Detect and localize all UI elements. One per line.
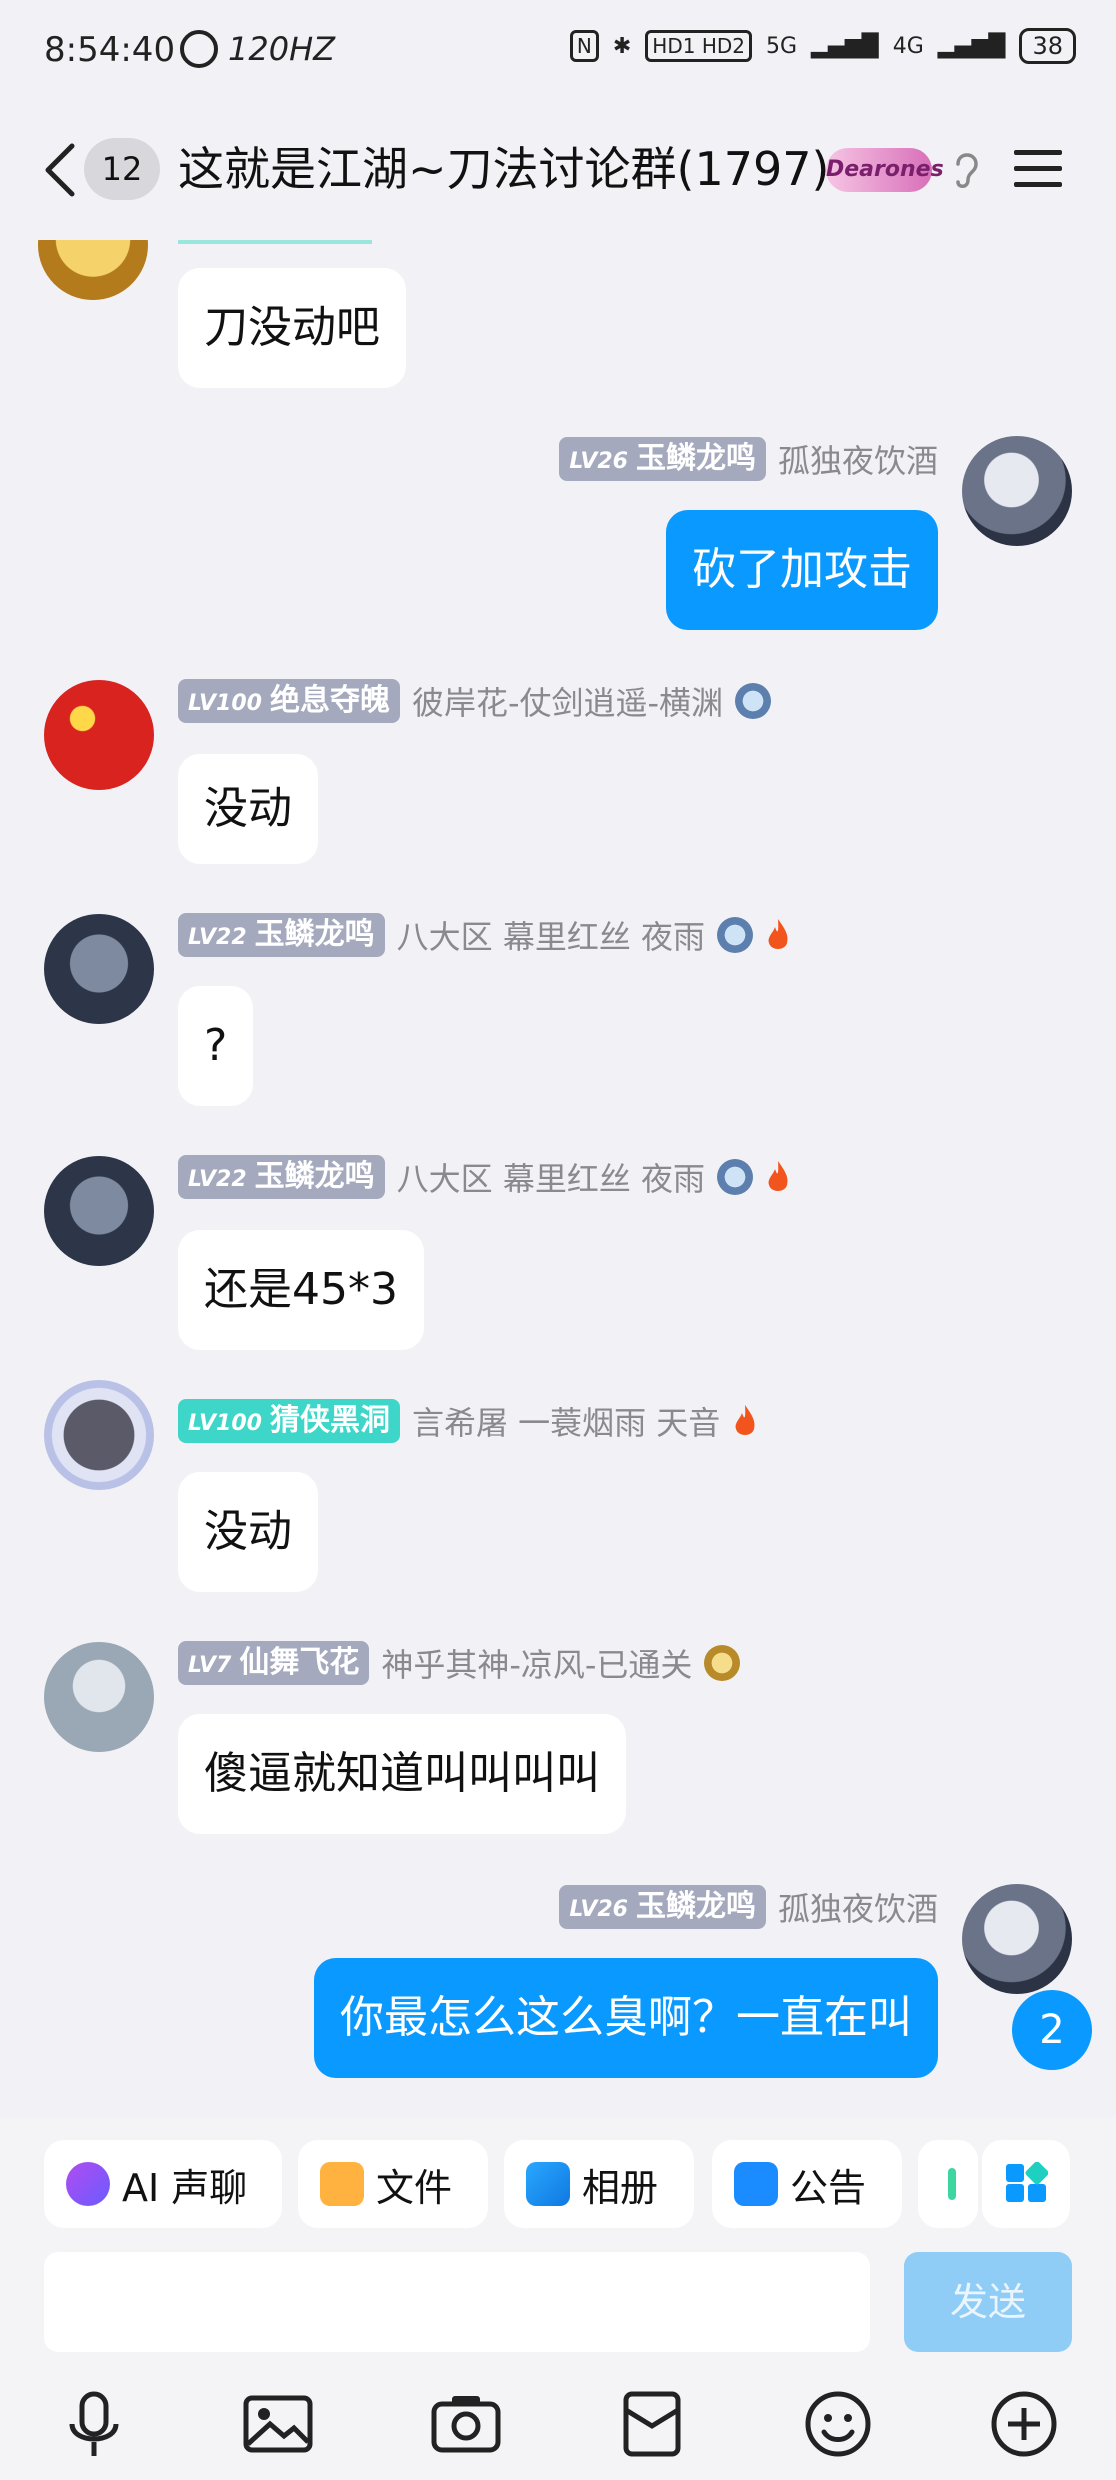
avatar[interactable] [44,1642,154,1752]
message-bubble[interactable]: 没动 [178,754,318,864]
message-bubble[interactable]: 刀没动吧 [178,268,406,388]
sender-meta: LV22 玉鳞龙鸣 八大区 幕里红丝 夜雨 [178,912,791,958]
honor-shield-icon [717,917,753,953]
level-badge: LV26 玉鳞龙鸣 [559,1885,766,1929]
avatar[interactable] [44,680,154,790]
level-badge: LV100 猜侠黑洞 [178,1399,400,1443]
refresh-rate-label: 120HZ [228,30,336,68]
self-avatar[interactable] [962,1884,1072,1994]
status-time: 8:54:40 [44,30,176,70]
message-bubble[interactable]: 傻逼就知道叫叫叫叫 [178,1714,626,1834]
honor-shield-icon [735,683,772,719]
message-list[interactable]: 刀没动吧 LV26 玉鳞龙鸣 孤独夜饮酒 砍了加攻击 LV100 绝息夺魄 彼岸花-… [0,240,1116,2118]
message-bubble[interactable]: ? [178,986,254,1106]
microphone-icon[interactable] [56,2386,132,2462]
folder-icon [320,2162,364,2206]
nfc-icon: N [569,30,599,62]
avatar[interactable] [44,1156,154,1266]
chip-indicator [948,2168,956,2200]
level-badge: LV100 绝息夺魄 [178,679,400,723]
apps-grid-button[interactable] [982,2140,1070,2228]
more-chip[interactable] [918,2140,978,2228]
level-badge: LV22 玉鳞龙鸣 [178,913,385,957]
apps-grid-icon [1006,2162,1048,2202]
avatar[interactable] [38,240,148,300]
ai-voice-chat-button[interactable]: AI 声聊 [44,2140,282,2228]
ai-voice-icon [66,2162,110,2206]
image-icon[interactable] [240,2386,316,2462]
level-badge: LV22 玉鳞龙鸣 [178,1155,385,1199]
group-title-tag: 言希屠 一蓑烟雨 天音 [411,1404,721,1442]
red-packet-icon[interactable] [614,2386,690,2462]
signal-bars-icon: ▂▄▆█ [811,33,879,59]
announcement-icon [734,2162,778,2206]
group-title-tag: 神乎其神-凉风-已通关 [381,1646,693,1684]
chip-label: 相册 [582,2165,659,2210]
hd-icon: HD1 HD2 [645,30,752,62]
message-bubble[interactable]: 还是45*3 [178,1230,424,1350]
honor-crown-icon [704,1645,741,1681]
group-title-tag: 彼岸花-仗剑逍遥-横渊 [411,684,724,722]
input-toolbar: AI 声聊 文件 相册 公告 发送 [0,2118,1116,2480]
bluetooth-icon: ✱ [612,33,632,59]
back-icon[interactable] [40,140,80,200]
emoji-icon[interactable] [800,2386,876,2462]
self-avatar[interactable] [962,436,1072,546]
menu-icon[interactable] [1012,146,1064,192]
group-badge: Dearones [826,148,944,192]
message-bubble[interactable]: 你最怎么这么臭啊？一直在叫 [314,1958,938,2078]
sender-meta: LV100 绝息夺魄 彼岸花-仗剑逍遥-横渊 [178,678,772,724]
sender-meta: LV100 猜侠黑洞 言希屠 一蓑烟雨 天音 [178,1398,758,1444]
camera-icon[interactable] [428,2386,504,2462]
status-bar: 8:54:40 120HZ N ✱ HD1 HD2 5G ▂▄▆█ 4G ▂▄▆… [0,0,1116,100]
chip-label: AI 声聊 [122,2165,248,2210]
file-button[interactable]: 文件 [298,2140,488,2228]
album-button[interactable]: 相册 [504,2140,694,2228]
battery-icon: 38 [1019,28,1076,64]
chip-label: 文件 [376,2165,453,2210]
flame-icon [735,1405,755,1435]
flame-icon [768,919,788,949]
sender-meta: LV26 玉鳞龙鸣 孤独夜饮酒 [559,1884,938,1930]
flame-icon [768,1161,788,1191]
refresh-rate-icon [180,30,218,68]
group-title-tag: 八大区 幕里红丝 夜雨 [396,918,705,956]
sender-meta: LV7 仙舞飞花 神乎其神-凉风-已通关 [178,1640,741,1686]
level-badge: LV7 仙舞飞花 [178,1641,370,1685]
signal-5g-icon: 5G [765,33,798,59]
message-bubble[interactable]: 没动 [178,1472,318,1592]
level-badge: LV26 玉鳞龙鸣 [559,437,766,481]
send-button[interactable]: 发送 [904,2252,1072,2352]
new-message-counter[interactable]: 2 [1012,1990,1092,2070]
unread-count-badge[interactable]: 12 [84,138,160,200]
avatar[interactable] [44,1380,154,1490]
message-input[interactable] [44,2252,870,2352]
status-indicators: N ✱ HD1 HD2 5G ▂▄▆█ 4G ▂▄▆█ 38 [569,28,1076,64]
plus-icon[interactable] [986,2386,1062,2462]
avatar[interactable] [44,914,154,1024]
announcement-button[interactable]: 公告 [712,2140,902,2228]
sender-meta: LV22 玉鳞龙鸣 八大区 幕里红丝 夜雨 [178,1154,791,1200]
signal-bars-icon: ▂▄▆█ [937,33,1006,59]
message-bubble[interactable]: 砍了加攻击 [666,510,938,630]
group-title-tag: 八大区 幕里红丝 夜雨 [396,1160,705,1198]
album-icon [526,2162,570,2206]
sender-meta: LV26 玉鳞龙鸣 孤独夜饮酒 [559,436,938,482]
group-title-tag: 孤独夜饮酒 [777,1890,938,1928]
group-title[interactable]: 这就是江湖~刀法讨论群(1797) [178,138,830,200]
honor-shield-icon [717,1159,753,1195]
chip-label: 公告 [790,2165,867,2210]
group-title-tag: 孤独夜饮酒 [777,442,938,480]
signal-4g-icon: 4G [892,33,924,59]
ear-icon[interactable] [946,148,986,192]
